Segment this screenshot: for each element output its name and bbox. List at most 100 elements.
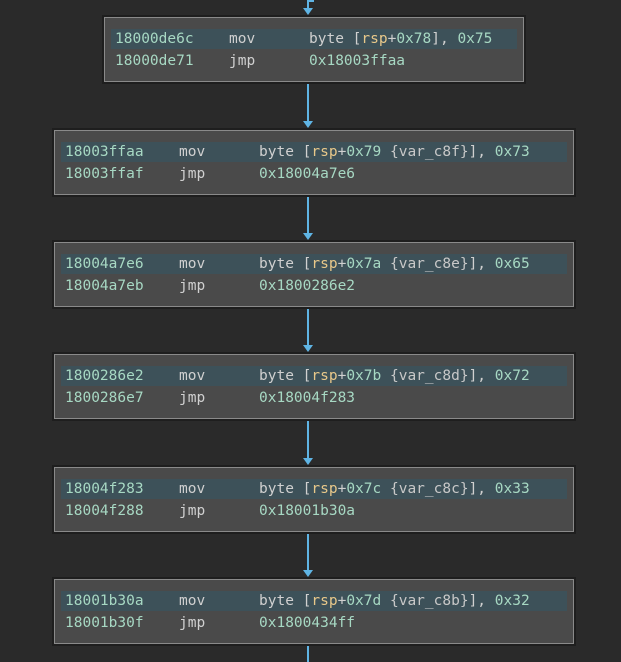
instruction-address[interactable]: 18004f283 [65, 479, 144, 499]
instruction-operands[interactable]: byte [rsp+0x7d {var_c8b}], 0x32 [259, 591, 530, 611]
operand-var[interactable]: {var_c8f} [381, 144, 469, 160]
instruction-address[interactable]: 18004a7eb [65, 276, 144, 296]
operand-num[interactable]: 0x1800286e2 [259, 278, 355, 294]
operand-reg[interactable]: rsp [311, 481, 337, 497]
operand-num[interactable]: 0x18003ffaa [309, 53, 405, 69]
operand-punct: byte [ [259, 144, 312, 160]
instruction-operands[interactable]: 0x18001b30a [259, 501, 355, 521]
instruction-operands[interactable]: byte [rsp+0x79 {var_c8f}], 0x73 [259, 142, 530, 162]
operand-punct: ], [468, 144, 495, 160]
instruction-row[interactable]: 1800286e7 jmp 0x18004f283 [61, 388, 567, 408]
instruction-mnemonic[interactable]: mov [179, 142, 205, 162]
operand-num[interactable]: 0x73 [495, 144, 530, 160]
instruction-row[interactable]: 18004a7eb jmp 0x1800286e2 [61, 276, 567, 296]
instruction-address[interactable]: 1800286e2 [65, 366, 144, 386]
operand-num[interactable]: 0x7d [346, 593, 381, 609]
operand-num[interactable]: 0x1800434ff [259, 615, 355, 631]
edge-line [307, 84, 309, 122]
instruction-operands[interactable]: 0x18004f283 [259, 388, 355, 408]
operand-reg[interactable]: rsp [311, 593, 337, 609]
instruction-operands[interactable]: 0x18004a7e6 [259, 164, 355, 184]
instruction-row[interactable]: 18004f288 jmp 0x18001b30a [61, 501, 567, 521]
instruction-operands[interactable]: 0x1800434ff [259, 613, 355, 633]
instruction-mnemonic[interactable]: mov [179, 479, 205, 499]
operand-num[interactable]: 0x75 [457, 31, 492, 47]
instruction-address[interactable]: 18004f288 [65, 501, 144, 521]
operand-num[interactable]: 0x18004f283 [259, 390, 355, 406]
instruction-address[interactable]: 18004a7e6 [65, 254, 144, 274]
edge-line [307, 309, 309, 346]
edge-line [307, 197, 309, 234]
operand-var[interactable]: {var_c8d} [381, 368, 469, 384]
instruction-operands[interactable]: byte [rsp+0x7b {var_c8d}], 0x72 [259, 366, 530, 386]
basic-block[interactable]: 18001b30a mov byte [rsp+0x7d {var_c8b}], 0… [54, 579, 574, 644]
instruction-address[interactable]: 1800286e7 [65, 388, 144, 408]
instruction-mnemonic[interactable]: jmp [179, 164, 205, 184]
instruction-address[interactable]: 18000de71 [115, 51, 194, 71]
instruction-operands[interactable]: byte [rsp+0x7a {var_c8e}], 0x65 [259, 254, 530, 274]
edge-arrow-head [303, 8, 313, 15]
operand-num[interactable]: 0x7c [346, 481, 381, 497]
instruction-mnemonic[interactable]: jmp [179, 388, 205, 408]
edge-line [307, 421, 309, 459]
instruction-address[interactable]: 18003ffaf [65, 164, 144, 184]
instruction-row[interactable]: 18003ffaa mov byte [rsp+0x79 {var_c8f}], 0… [61, 142, 567, 162]
edge-line [307, 646, 309, 662]
operand-num[interactable]: 0x72 [495, 368, 530, 384]
edge-incoming-stub [308, 0, 314, 2]
instruction-operands[interactable]: byte [rsp+0x7c {var_c8c}], 0x33 [259, 479, 530, 499]
instruction-operands[interactable]: 0x18003ffaa [309, 51, 405, 71]
operand-reg[interactable]: rsp [311, 256, 337, 272]
operand-num[interactable]: 0x7b [346, 368, 381, 384]
operand-punct: ], [431, 31, 458, 47]
operand-num[interactable]: 0x79 [346, 144, 381, 160]
operand-reg[interactable]: rsp [311, 368, 337, 384]
operand-num[interactable]: 0x65 [495, 256, 530, 272]
instruction-address[interactable]: 18000de6c [115, 29, 194, 49]
operand-punct: byte [ [259, 256, 312, 272]
instruction-mnemonic[interactable]: mov [179, 254, 205, 274]
operand-num[interactable]: 0x78 [396, 31, 431, 47]
instruction-row[interactable]: 18000de6c mov byte [rsp+0x78], 0x75 [111, 29, 517, 49]
operand-num[interactable]: 0x32 [495, 593, 530, 609]
instruction-row[interactable]: 18004f283 mov byte [rsp+0x7c {var_c8c}], 0… [61, 479, 567, 499]
instruction-row[interactable]: 18001b30f jmp 0x1800434ff [61, 613, 567, 633]
operand-reg[interactable]: rsp [311, 144, 337, 160]
instruction-operands[interactable]: 0x1800286e2 [259, 276, 355, 296]
basic-block[interactable]: 18004a7e6 mov byte [rsp+0x7a {var_c8e}], 0… [54, 242, 574, 307]
instruction-row[interactable]: 18003ffaf jmp 0x18004a7e6 [61, 164, 567, 184]
instruction-row[interactable]: 18004a7e6 mov byte [rsp+0x7a {var_c8e}], 0… [61, 254, 567, 274]
basic-block[interactable]: 18004f283 mov byte [rsp+0x7c {var_c8c}], 0… [54, 467, 574, 532]
basic-block[interactable]: 1800286e2 mov byte [rsp+0x7b {var_c8d}], 0… [54, 354, 574, 419]
instruction-mnemonic[interactable]: jmp [229, 51, 255, 71]
instruction-mnemonic[interactable]: mov [179, 591, 205, 611]
instruction-address[interactable]: 18001b30f [65, 613, 144, 633]
operand-var[interactable]: {var_c8b} [381, 593, 469, 609]
instruction-mnemonic[interactable]: mov [179, 366, 205, 386]
operand-reg[interactable]: rsp [361, 31, 387, 47]
instruction-row[interactable]: 18001b30a mov byte [rsp+0x7d {var_c8b}], 0… [61, 591, 567, 611]
instruction-mnemonic[interactable]: jmp [179, 276, 205, 296]
control-flow-graph[interactable]: 18000de6c mov byte [rsp+0x78], 0x75 18000de… [0, 0, 621, 662]
operand-punct: ], [468, 481, 495, 497]
instruction-mnemonic[interactable]: jmp [179, 613, 205, 633]
basic-block[interactable]: 18003ffaa mov byte [rsp+0x79 {var_c8f}], 0… [54, 130, 574, 195]
operand-num[interactable]: 0x33 [495, 481, 530, 497]
operand-num[interactable]: 0x18001b30a [259, 503, 355, 519]
edge-line [307, 534, 309, 571]
operand-num[interactable]: 0x18004a7e6 [259, 166, 355, 182]
operand-var[interactable]: {var_c8c} [381, 481, 469, 497]
operand-punct: ], [468, 256, 495, 272]
instruction-row[interactable]: 18000de71 jmp 0x18003ffaa [111, 51, 517, 71]
operand-var[interactable]: {var_c8e} [381, 256, 469, 272]
basic-block[interactable]: 18000de6c mov byte [rsp+0x78], 0x75 18000de… [104, 17, 524, 82]
operand-punct: byte [ [259, 593, 312, 609]
instruction-row[interactable]: 1800286e2 mov byte [rsp+0x7b {var_c8d}], 0… [61, 366, 567, 386]
instruction-mnemonic[interactable]: mov [229, 29, 255, 49]
instruction-mnemonic[interactable]: jmp [179, 501, 205, 521]
instruction-address[interactable]: 18001b30a [65, 591, 144, 611]
operand-punct: ], [468, 593, 495, 609]
instruction-operands[interactable]: byte [rsp+0x78], 0x75 [309, 29, 492, 49]
operand-num[interactable]: 0x7a [346, 256, 381, 272]
instruction-address[interactable]: 18003ffaa [65, 142, 144, 162]
